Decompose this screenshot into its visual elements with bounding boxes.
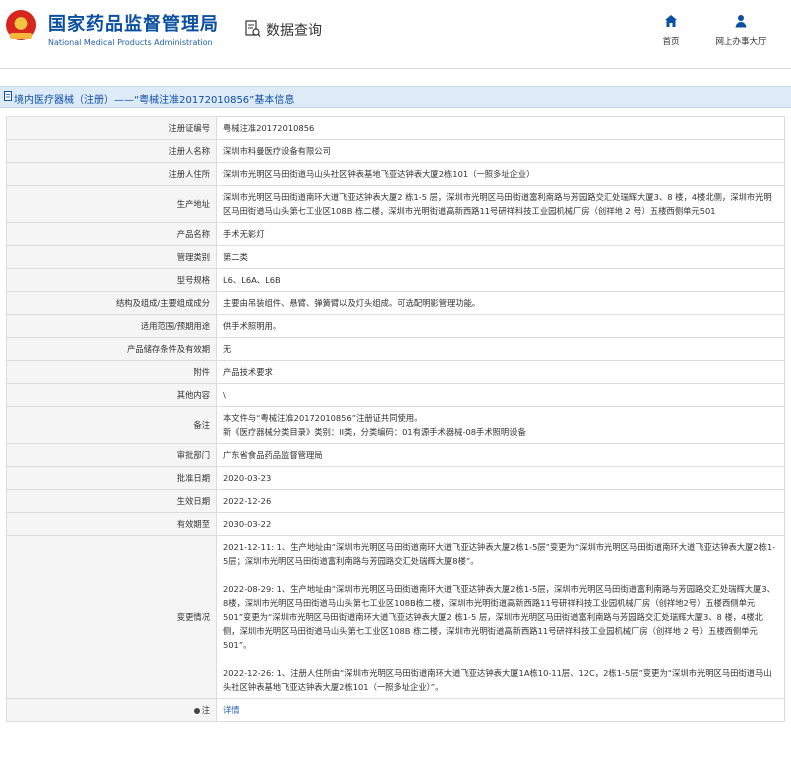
field-value: 无 — [216, 337, 785, 361]
field-value: 深圳市光明区马田街道马山头社区钟表基地飞亚达钟表大厦2栋101（一照多址企业） — [216, 162, 785, 186]
field-label: 备注 — [6, 406, 217, 444]
field-label: 注 — [6, 698, 217, 722]
table-row: 结构及组成/主要组成成分 主要由吊装组件、悬臂、弹簧臂以及灯头组成。可选配明影管… — [6, 291, 785, 315]
pin-icon — [193, 707, 200, 714]
table-row: 注册人名称 深圳市科曼医疗设备有限公司 — [6, 139, 785, 163]
table-row: 批准日期 2020-03-23 — [6, 466, 785, 490]
table-row: 注册人住所 深圳市光明区马田街道马山头社区钟表基地飞亚达钟表大厦2栋101（一照… — [6, 162, 785, 186]
field-label: 结构及组成/主要组成成分 — [6, 291, 217, 315]
table-row: 管理类别 第二类 — [6, 245, 785, 269]
field-label: 批准日期 — [6, 466, 217, 490]
table-row: 生产地址 深圳市光明区马田街道南环大道飞亚达钟表大厦2 栋1-5 层，深圳市光明… — [6, 185, 785, 223]
table-row: 备注 本文件与“粤械注准20172010856”注册证共同使用。 新《医疗器械分… — [6, 406, 785, 444]
query-title: 数据查询 — [266, 23, 322, 39]
table-row: 审批部门 广东省食品药品监督管理局 — [6, 443, 785, 467]
breadcrumb: 境内医疗器械（注册）——“粤械注准20172010856”基本信息 — [0, 86, 791, 108]
field-value: 深圳市光明区马田街道南环大道飞亚达钟表大厦2 栋1-5 层，深圳市光明区马田街道… — [216, 185, 785, 223]
table-row: 注 详情 — [6, 698, 785, 722]
table-row: 有效期至 2030-03-22 — [6, 512, 785, 536]
note-label: 注 — [201, 705, 210, 715]
header-divider — [0, 68, 791, 69]
field-value: 广东省食品药品监督管理局 — [216, 443, 785, 467]
field-label: 审批部门 — [6, 443, 217, 467]
nav-online-hall-label: 网上办事大厅 — [715, 37, 767, 47]
remark-line: 新《医疗器械分类目录》类别：II类，分类编码：01有源手术器械-08手术照明设备 — [223, 427, 526, 437]
field-value: 2021-12-11: 1、生产地址由“深圳市光明区马田街道南环大道飞亚达钟表大… — [216, 535, 785, 699]
query-icon — [245, 20, 261, 37]
site-header: 国家药品监督管理局 National Medical Products Admi… — [0, 0, 791, 68]
field-value: 供手术照明用。 — [216, 314, 785, 338]
breadcrumb-title: 境内医疗器械（注册）——“粤械注准20172010856”基本信息 — [14, 95, 295, 106]
field-value: L6、L6A、L6B — [216, 268, 785, 292]
national-emblem-icon — [6, 10, 36, 40]
field-value: 本文件与“粤械注准20172010856”注册证共同使用。 新《医疗器械分类目录… — [216, 406, 785, 444]
nav-home-label: 首页 — [662, 37, 680, 47]
field-value: 深圳市科曼医疗设备有限公司 — [216, 139, 785, 163]
field-label: 其他内容 — [6, 383, 217, 407]
field-label: 注册证编号 — [6, 116, 217, 140]
field-value: 产品技术要求 — [216, 360, 785, 384]
change-paragraph: 2022-08-29: 1、生产地址由“深圳市光明区马田街道南环大道飞亚达钟表大… — [223, 584, 775, 650]
field-label: 变更情况 — [6, 535, 217, 699]
field-label: 附件 — [6, 360, 217, 384]
change-paragraph: 2022-12-26: 1、注册人住所由“深圳市光明区马田街道南环大道飞亚达钟表… — [223, 668, 772, 692]
remark-line: 本文件与“粤械注准20172010856”注册证共同使用。 — [223, 413, 423, 423]
table-row: 附件 产品技术要求 — [6, 360, 785, 384]
field-label: 生产地址 — [6, 185, 217, 223]
change-paragraph: 2021-12-11: 1、生产地址由“深圳市光明区马田街道南环大道飞亚达钟表大… — [223, 542, 776, 566]
nav-online-hall-link[interactable]: 网上办事大厅 — [706, 14, 776, 54]
field-value: 粤械注准20172010856 — [216, 116, 785, 140]
field-value: 2030-03-22 — [216, 512, 785, 536]
table-row: 产品储存条件及有效期 无 — [6, 337, 785, 361]
field-value: 手术无影灯 — [216, 222, 785, 246]
field-label: 产品名称 — [6, 222, 217, 246]
field-value: 主要由吊装组件、悬臂、弹簧臂以及灯头组成。可选配明影管理功能。 — [216, 291, 785, 315]
field-label: 适用范围/预期用途 — [6, 314, 217, 338]
field-value: 2022-12-26 — [216, 489, 785, 513]
field-label: 型号规格 — [6, 268, 217, 292]
field-value: \ — [216, 383, 785, 407]
field-label: 有效期至 — [6, 512, 217, 536]
table-row: 型号规格 L6、L6A、L6B — [6, 268, 785, 292]
table-row: 生效日期 2022-12-26 — [6, 489, 785, 513]
field-label: 注册人住所 — [6, 162, 217, 186]
field-value: 详情 — [216, 698, 785, 722]
site-subtitle: National Medical Products Administration — [48, 38, 213, 47]
field-label: 产品储存条件及有效期 — [6, 337, 217, 361]
table-row: 产品名称 手术无影灯 — [6, 222, 785, 246]
detail-table: 注册证编号 粤械注准20172010856 注册人名称 深圳市科曼医疗设备有限公… — [6, 116, 785, 722]
field-value: 第二类 — [216, 245, 785, 269]
document-icon — [4, 91, 12, 101]
field-value: 2020-03-23 — [216, 466, 785, 490]
table-row: 注册证编号 粤械注准20172010856 — [6, 116, 785, 140]
field-label: 管理类别 — [6, 245, 217, 269]
details-link[interactable]: 详情 — [223, 705, 240, 715]
site-title: 国家药品监督管理局 — [48, 14, 219, 35]
user-icon — [735, 15, 747, 28]
nav-home-link[interactable]: 首页 — [652, 14, 690, 54]
home-icon — [665, 15, 677, 27]
table-row: 适用范围/预期用途 供手术照明用。 — [6, 314, 785, 338]
table-row: 其他内容 \ — [6, 383, 785, 407]
table-row: 变更情况 2021-12-11: 1、生产地址由“深圳市光明区马田街道南环大道飞… — [6, 535, 785, 699]
field-label: 注册人名称 — [6, 139, 217, 163]
field-label: 生效日期 — [6, 489, 217, 513]
